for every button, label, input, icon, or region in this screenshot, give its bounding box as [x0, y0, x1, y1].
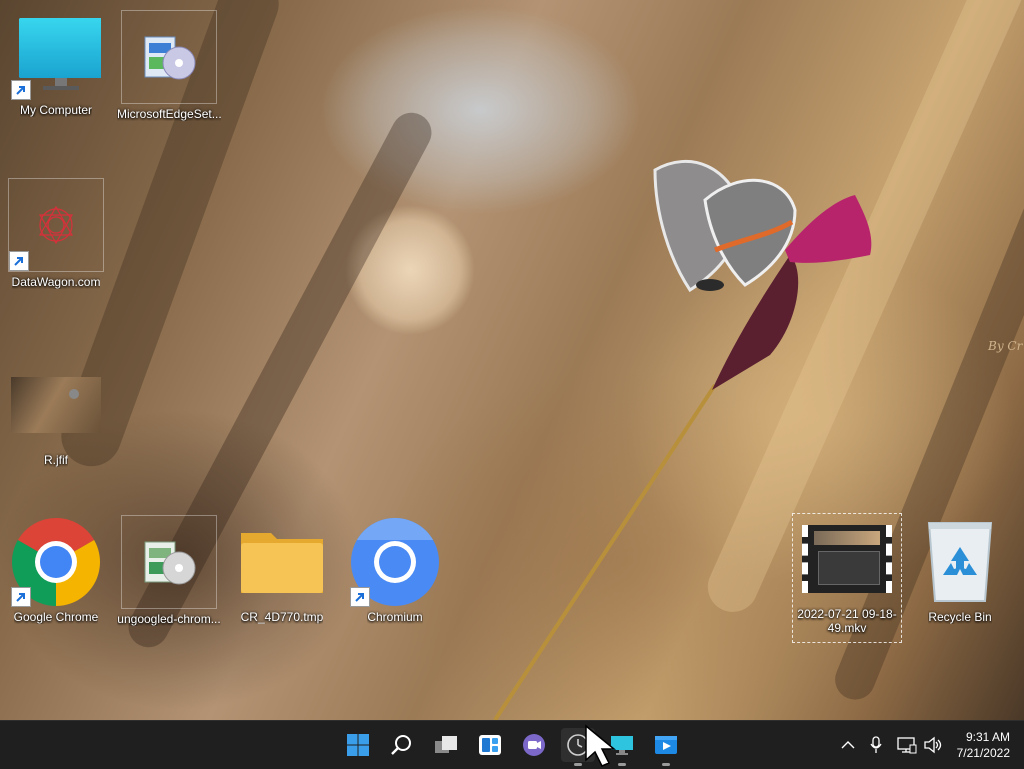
start-icon[interactable]: [341, 728, 375, 762]
chrome-icon: [11, 517, 101, 607]
microphone-icon[interactable]: [866, 733, 886, 757]
video-thumbnail-icon: [802, 514, 892, 604]
teams-chat-icon[interactable]: [517, 728, 551, 762]
shortcut-arrow-icon: [11, 587, 31, 607]
icon-label: DataWagon.com: [11, 275, 101, 289]
search-icon[interactable]: [385, 728, 419, 762]
icon-label: Google Chrome: [13, 610, 99, 624]
icon-label: ungoogled-chrom...: [117, 612, 221, 626]
running-indicator: [662, 763, 670, 766]
mouse-cursor-icon: [585, 724, 617, 767]
recycle-bin-icon: [915, 517, 1005, 607]
installer-icon: [121, 515, 217, 609]
volume-icon[interactable]: [922, 733, 944, 757]
icon-label: 2022-07-21 09-18-49.mkv: [797, 607, 897, 635]
desktop[interactable]: By Cr My Computer MicrosoftEdgeSet... Da…: [0, 0, 1024, 720]
desktop-icon-recycle-bin[interactable]: Recycle Bin: [910, 517, 1010, 624]
installer-icon: [121, 10, 217, 104]
chromium-icon: [350, 517, 440, 607]
desktop-icon-google-chrome[interactable]: Google Chrome: [6, 517, 106, 624]
clock-time: 9:31 AM: [965, 730, 1010, 744]
chevron-up-icon[interactable]: [838, 733, 858, 757]
network-icon[interactable]: [896, 733, 918, 757]
desktop-icon-ungoogled-chromium[interactable]: ungoogled-chrom...: [117, 515, 221, 626]
folder-icon: [237, 517, 327, 607]
desktop-icon-my-computer[interactable]: My Computer: [6, 10, 106, 117]
clock-date: 7/21/2022: [956, 746, 1010, 760]
shortcut-arrow-icon: [350, 587, 370, 607]
desktop-icon-edge-setup[interactable]: MicrosoftEdgeSet...: [117, 10, 221, 121]
desktop-icon-video-mkv[interactable]: 2022-07-21 09-18-49.mkv: [792, 513, 902, 643]
icon-label: MicrosoftEdgeSet...: [117, 107, 221, 121]
wallpaper-watermark: By Cr: [987, 339, 1024, 353]
taskbar-clock[interactable]: 9:31 AM 7/21/2022: [957, 729, 1010, 761]
icon-label: CR_4D770.tmp: [240, 610, 324, 624]
desktop-icon-datawagon[interactable]: DataWagon.com: [6, 178, 106, 289]
web-shortcut-icon: [8, 178, 104, 272]
icon-label: My Computer: [19, 103, 93, 117]
desktop-icon-chromium[interactable]: Chromium: [345, 517, 445, 624]
media-player-icon[interactable]: [649, 728, 683, 766]
desktop-icon-cr-tmp-folder[interactable]: CR_4D770.tmp: [232, 517, 332, 624]
icon-label: R.jfif: [44, 453, 68, 467]
monitor-icon: [11, 10, 101, 100]
task-view-icon[interactable]: [429, 728, 463, 762]
icon-label: Chromium: [367, 610, 423, 624]
desktop-icon-rjfif[interactable]: R.jfif: [6, 360, 106, 467]
icon-label: Recycle Bin: [928, 610, 992, 624]
shortcut-arrow-icon: [9, 251, 29, 271]
shortcut-arrow-icon: [11, 80, 31, 100]
running-indicator: [574, 763, 582, 766]
taskbar: 9:31 AM 7/21/2022: [0, 720, 1024, 769]
widgets-icon[interactable]: [473, 728, 507, 762]
image-thumbnail-icon: [11, 360, 101, 450]
